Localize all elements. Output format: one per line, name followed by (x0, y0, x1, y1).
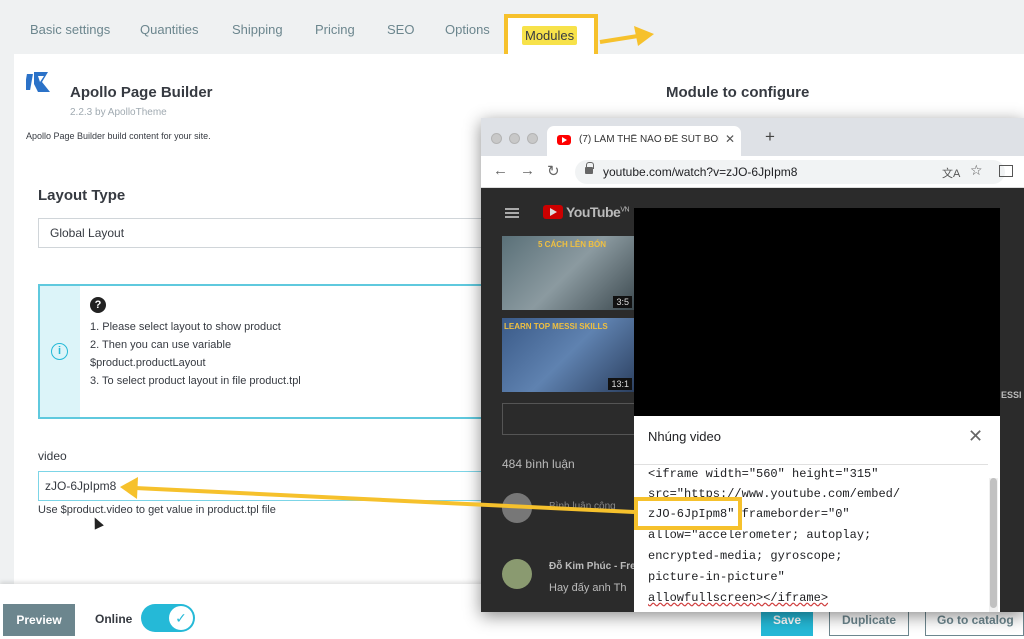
module-to-configure-title: Module to configure (666, 84, 810, 101)
video-player[interactable] (634, 208, 1000, 416)
info-line: 1. Please select layout to show product (90, 321, 281, 333)
code-line: allow="accelerometer; autoplay; (648, 528, 872, 542)
thumbnail-text: 5 CÁCH LÊN BÓN (538, 240, 607, 249)
new-tab-icon[interactable]: + (765, 127, 775, 147)
code-line: allowfullscreen></iframe> (648, 591, 829, 605)
reload-icon[interactable]: ↻ (547, 162, 560, 180)
comment-input-placeholder[interactable]: Bình luận công (549, 501, 616, 512)
video-thumbnail[interactable]: 5 CÁCH LÊN BÓN 3:5 (502, 236, 634, 310)
avatar (502, 559, 532, 589)
youtube-logo-text: YouTubeVN (566, 204, 630, 220)
translate-icon[interactable]: 文A (942, 165, 960, 181)
yt-sort-box[interactable] (502, 403, 637, 435)
online-toggle[interactable]: ✓ (141, 604, 195, 632)
youtube-logo-icon (543, 205, 563, 219)
layout-type-title: Layout Type (38, 187, 126, 204)
info-line: $product.productLayout (90, 357, 206, 369)
browser-tab[interactable]: (7) LÀM THẾ NÀO ĐỂ SÚT BÓN ✕ (547, 126, 741, 156)
info-alert: i ? 1. Please select layout to show prod… (38, 284, 484, 419)
address-bar[interactable]: youtube.com/watch?v=zJO-6JpIpm8 文A ☆ (575, 160, 1013, 184)
embed-code-box[interactable]: <iframe width="560" height="315" src="ht… (634, 464, 988, 612)
scrollbar-thumb[interactable] (990, 478, 997, 608)
module-version: 2.2.3 by ApolloTheme (70, 107, 167, 118)
avatar (502, 493, 532, 523)
online-label: Online (95, 612, 133, 626)
related-video-title: ESSI (1001, 390, 1022, 400)
info-line: 2. Then you can use variable (90, 339, 232, 351)
product-tabs: Basic settings Quantities Shipping Prici… (0, 0, 1024, 64)
video-duration: 3:5 (613, 296, 632, 308)
thumbnail-text: LEARN TOP MESSI SKILLS (504, 322, 608, 331)
video-id-highlight (634, 497, 742, 530)
embed-dialog-title: Nhúng video (648, 429, 721, 444)
browser-toolbar: ← → ↻ youtube.com/watch?v=zJO-6JpIpm8 文A… (481, 156, 1024, 188)
youtube-favicon-icon (557, 135, 571, 145)
tab-pricing[interactable]: Pricing (315, 22, 355, 37)
forward-icon[interactable]: → (520, 162, 535, 179)
info-alert-side: i (40, 286, 80, 417)
info-line: 3. To select product layout in file prod… (90, 375, 301, 387)
lock-icon (585, 162, 594, 174)
comment-author: Đỗ Kim Phúc - Fre (549, 561, 636, 572)
tab-basic-settings[interactable]: Basic settings (30, 22, 110, 37)
apollo-logo-icon (26, 72, 50, 92)
tab-seo[interactable]: SEO (387, 22, 414, 37)
browser-tab-title: (7) LÀM THẾ NÀO ĐỂ SÚT BÓN (579, 134, 719, 145)
video-input[interactable]: zJO-6JpIpm8 (38, 471, 484, 501)
question-icon: ? (90, 297, 106, 313)
info-icon: i (51, 343, 68, 360)
comments-count: 484 bình luận (502, 457, 575, 471)
window-close-dot[interactable] (491, 133, 502, 144)
browser-window: (7) LÀM THẾ NÀO ĐỂ SÚT BÓN ✕ + ← → ↻ you… (481, 118, 1024, 612)
back-icon[interactable]: ← (493, 162, 508, 179)
star-icon[interactable]: ☆ (970, 162, 983, 179)
code-line: encrypted-media; gyroscope; (648, 549, 843, 563)
extension-icon[interactable] (999, 165, 1013, 177)
tab-shipping[interactable]: Shipping (232, 22, 283, 37)
module-description: Apollo Page Builder build content for yo… (26, 131, 211, 141)
video-duration: 13:1 (608, 378, 632, 390)
comment-text: Hay đấy anh Th (549, 582, 627, 594)
browser-tab-bar: (7) LÀM THẾ NÀO ĐỂ SÚT BÓN ✕ + (481, 118, 1024, 156)
tab-options[interactable]: Options (445, 22, 490, 37)
close-icon[interactable]: ✕ (725, 132, 735, 146)
close-icon[interactable]: ✕ (968, 426, 983, 447)
module-name: Apollo Page Builder (70, 84, 213, 101)
video-help-text: Use $product.video to get value in produ… (38, 504, 276, 516)
address-url: youtube.com/watch?v=zJO-6JpIpm8 (603, 165, 798, 179)
video-label: video (38, 449, 67, 463)
code-line: <iframe width="560" height="315" (648, 467, 879, 481)
check-icon: ✓ (169, 606, 193, 630)
layout-type-select[interactable]: Global Layout (38, 218, 484, 248)
video-thumbnail[interactable]: LEARN TOP MESSI SKILLS 13:1 (502, 318, 634, 392)
tab-modules-label: Modules (522, 26, 578, 45)
preview-button[interactable]: Preview (3, 604, 75, 636)
window-minimize-dot[interactable] (509, 133, 520, 144)
menu-icon[interactable] (505, 208, 519, 218)
window-maximize-dot[interactable] (527, 133, 538, 144)
code-line: picture-in-picture" (648, 570, 785, 584)
tab-quantities[interactable]: Quantities (140, 22, 199, 37)
scrollbar[interactable] (989, 478, 998, 612)
